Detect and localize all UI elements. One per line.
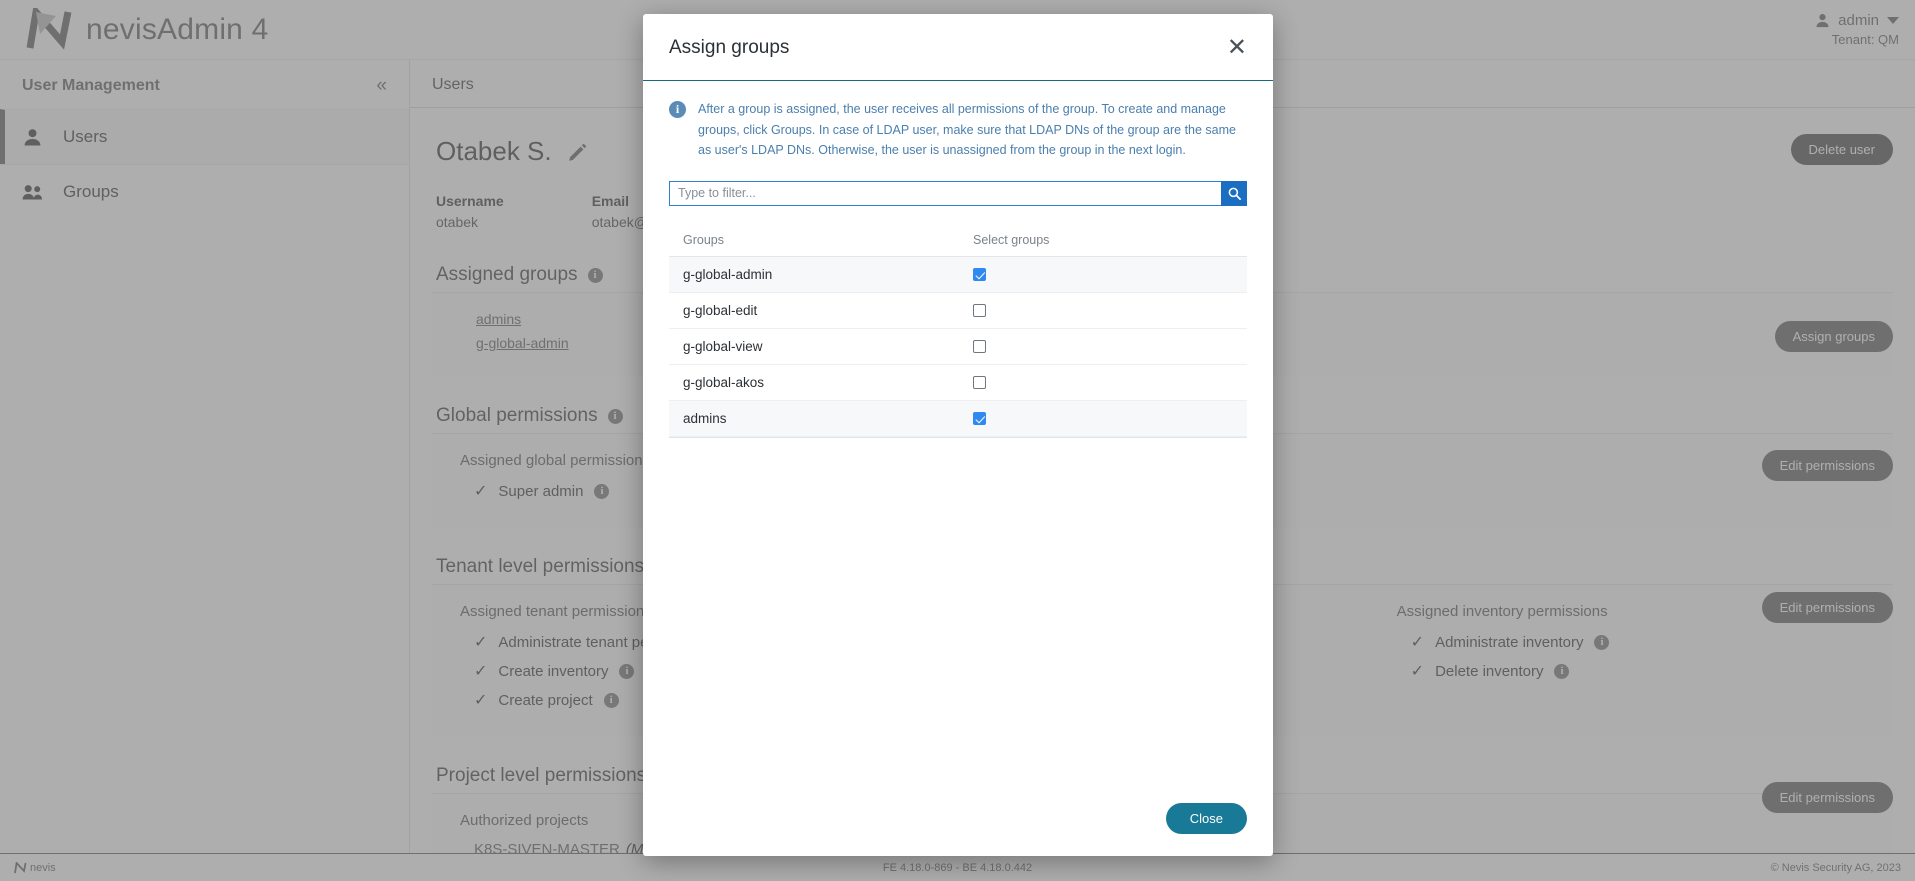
- assign-groups-dialog: Assign groups ✕ i After a group is assig…: [643, 14, 1273, 856]
- dialog-footer: Close: [643, 803, 1273, 856]
- table-row[interactable]: g-global-view: [669, 329, 1247, 365]
- group-checkbox[interactable]: [973, 412, 986, 425]
- select-cell: [973, 412, 1233, 425]
- dialog-title: Assign groups: [669, 37, 789, 59]
- info-text: After a group is assigned, the user rece…: [698, 99, 1247, 161]
- group-name: g-global-edit: [683, 303, 973, 318]
- table-row[interactable]: g-global-edit: [669, 293, 1247, 329]
- search-button[interactable]: [1221, 181, 1247, 206]
- table-header-row: Groups Select groups: [669, 224, 1247, 257]
- groups-table: Groups Select groups g-global-admin g-gl…: [669, 224, 1247, 438]
- dialog-body: i After a group is assigned, the user re…: [643, 81, 1273, 803]
- filter-row: [669, 181, 1247, 206]
- group-checkbox[interactable]: [973, 304, 986, 317]
- select-cell: [973, 304, 1233, 317]
- select-cell: [973, 340, 1233, 353]
- group-checkbox[interactable]: [973, 376, 986, 389]
- group-name: admins: [683, 411, 973, 426]
- table-row[interactable]: g-global-akos: [669, 365, 1247, 401]
- group-name: g-global-admin: [683, 267, 973, 282]
- select-cell: [973, 268, 1233, 281]
- close-button[interactable]: Close: [1166, 803, 1247, 834]
- table-row[interactable]: g-global-admin: [669, 257, 1247, 293]
- column-header-groups: Groups: [683, 233, 973, 247]
- dialog-header: Assign groups ✕: [643, 14, 1273, 81]
- search-icon: [1228, 187, 1241, 200]
- info-banner: i After a group is assigned, the user re…: [669, 99, 1247, 161]
- info-icon: i: [669, 101, 686, 118]
- group-checkbox[interactable]: [973, 340, 986, 353]
- column-header-select: Select groups: [973, 233, 1233, 247]
- group-checkbox[interactable]: [973, 268, 986, 281]
- search-input[interactable]: [669, 181, 1221, 206]
- close-icon[interactable]: ✕: [1227, 36, 1247, 60]
- group-name: g-global-akos: [683, 375, 973, 390]
- app-root: nevisAdmin 4 admin Tenant: QM: [0, 0, 1915, 881]
- group-name: g-global-view: [683, 339, 973, 354]
- select-cell: [973, 376, 1233, 389]
- table-row[interactable]: admins: [669, 401, 1247, 437]
